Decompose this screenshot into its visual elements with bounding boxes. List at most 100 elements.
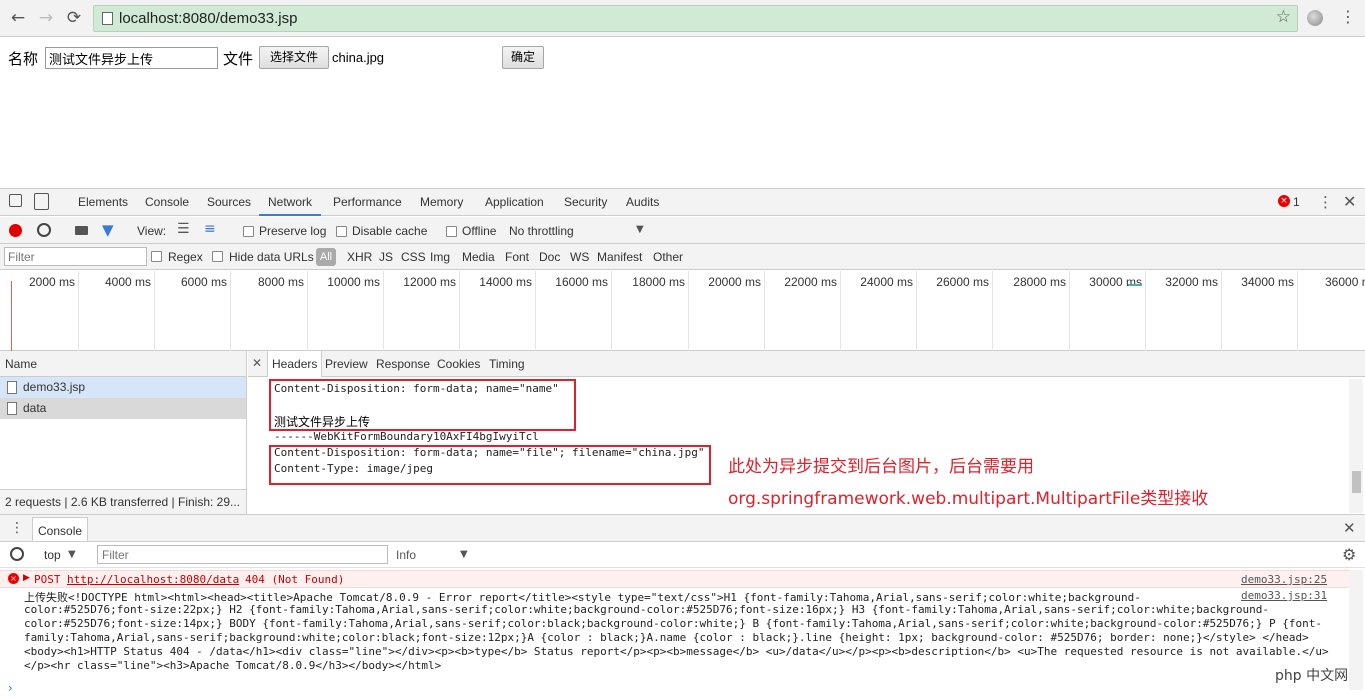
back-icon[interactable]: ← xyxy=(8,8,28,28)
timeline-tick-label: 18000 ms xyxy=(632,275,685,289)
payload-line: ------WebKitFormBoundary10AxFI4bgIwyiTcl xyxy=(274,430,539,443)
console-error-row[interactable]: × ▶ POST http://localhost:8080/data 404 … xyxy=(0,570,1349,588)
inspect-element-icon[interactable] xyxy=(9,194,22,207)
network-filter-bar: Regex Hide data URLs All XHR JS CSS Img … xyxy=(0,244,1365,270)
timeline-tick-label: 34000 ms xyxy=(1241,275,1294,289)
type-filter-ws[interactable]: WS xyxy=(570,250,589,264)
clear-console-icon[interactable] xyxy=(10,547,24,561)
close-devtools-icon[interactable]: ✕ xyxy=(1343,192,1356,211)
timeline-tick-label: 22000 ms xyxy=(784,275,837,289)
tab-headers[interactable]: Headers xyxy=(267,351,323,377)
type-filter-doc[interactable]: Doc xyxy=(539,250,560,264)
type-filter-other[interactable]: Other xyxy=(653,250,683,264)
chevron-down-icon[interactable]: ▼ xyxy=(68,549,76,560)
console-scrollbar[interactable] xyxy=(1349,570,1363,690)
console-log-row: 上传失败<!DOCTYPE html><html><head><title>Ap… xyxy=(0,589,1349,679)
submit-button[interactable]: 确定 xyxy=(502,46,544,69)
regex-checkbox[interactable] xyxy=(151,251,162,262)
error-url-link[interactable]: http://localhost:8080/data xyxy=(67,573,239,586)
settings-gear-icon[interactable]: ⚙ xyxy=(1342,545,1356,564)
type-filter-manifest[interactable]: Manifest xyxy=(597,250,642,264)
error-source-link[interactable]: demo33.jsp:25 xyxy=(1241,573,1327,586)
request-row[interactable]: data xyxy=(0,398,246,419)
expand-triangle-icon[interactable]: ▶ xyxy=(23,573,30,583)
network-filter-input[interactable] xyxy=(4,247,147,266)
preserve-log-label[interactable]: Preserve log xyxy=(259,224,326,238)
error-icon[interactable]: × xyxy=(1278,195,1290,207)
tab-preview[interactable]: Preview xyxy=(325,357,368,371)
address-bar[interactable]: localhost:8080/demo33.jsp ☆ xyxy=(93,5,1298,32)
record-icon[interactable] xyxy=(9,224,22,237)
bookmark-star-icon[interactable]: ☆ xyxy=(1276,7,1291,27)
page-icon xyxy=(102,12,113,25)
timeline-tick-label: 12000 ms xyxy=(403,275,456,289)
name-column-header[interactable]: Name xyxy=(5,357,37,371)
console-prompt-icon[interactable]: › xyxy=(8,681,13,695)
devtools-menu-icon[interactable]: ⋮ xyxy=(1318,193,1333,211)
throttling-select[interactable]: No throttling xyxy=(509,224,574,238)
reload-icon[interactable]: ⟳ xyxy=(64,8,84,28)
tab-memory[interactable]: Memory xyxy=(420,195,463,209)
tab-timing[interactable]: Timing xyxy=(489,357,525,371)
chevron-down-icon[interactable]: ▼ xyxy=(460,549,468,560)
preserve-log-checkbox[interactable] xyxy=(243,226,254,237)
browser-menu-icon[interactable]: ⋮ xyxy=(1340,7,1356,26)
forward-icon[interactable]: → xyxy=(36,8,56,28)
disable-cache-label[interactable]: Disable cache xyxy=(352,224,427,238)
name-input[interactable] xyxy=(45,47,218,69)
screenshot-camera-icon[interactable] xyxy=(75,226,88,235)
drawer-menu-icon[interactable]: ⋮ xyxy=(10,520,24,536)
tab-performance[interactable]: Performance xyxy=(333,195,402,209)
detail-scrollbar[interactable] xyxy=(1349,379,1363,513)
file-label: 文件 xyxy=(223,50,254,68)
close-drawer-icon[interactable]: ✕ xyxy=(1343,519,1356,537)
hide-data-urls-checkbox[interactable] xyxy=(212,251,223,262)
type-filter-media[interactable]: Media xyxy=(462,250,495,264)
tab-sources[interactable]: Sources xyxy=(207,195,251,209)
device-toolbar-icon[interactable] xyxy=(34,193,49,210)
tab-response[interactable]: Response xyxy=(376,357,430,371)
tab-application[interactable]: Application xyxy=(485,195,544,209)
choose-file-button[interactable]: 选择文件 xyxy=(259,46,329,69)
request-list-header: Name xyxy=(0,351,246,377)
timeline-tick-label: 24000 ms xyxy=(860,275,913,289)
offline-label[interactable]: Offline xyxy=(462,224,496,238)
tab-cookies[interactable]: Cookies xyxy=(437,357,480,371)
type-filter-js[interactable]: JS xyxy=(379,250,393,264)
error-count[interactable]: 1 xyxy=(1293,195,1300,209)
name-label: 名称 xyxy=(8,50,39,68)
log-source-link[interactable]: demo33.jsp:31 xyxy=(1241,589,1328,602)
large-rows-icon[interactable]: ☰ xyxy=(177,221,190,237)
type-filter-img[interactable]: Img xyxy=(430,250,450,264)
tab-audits[interactable]: Audits xyxy=(626,195,659,209)
chevron-down-icon[interactable]: ▼ xyxy=(636,224,644,235)
console-filter-input[interactable] xyxy=(97,545,388,564)
filter-funnel-icon[interactable]: ▼ xyxy=(102,221,114,239)
close-detail-icon[interactable]: ✕ xyxy=(252,356,262,370)
hide-data-urls-label[interactable]: Hide data URLs xyxy=(229,250,314,264)
disable-cache-checkbox[interactable] xyxy=(336,226,347,237)
tab-console-drawer[interactable]: Console xyxy=(32,517,89,541)
extension-icon[interactable] xyxy=(1307,10,1323,26)
drawer-tabbar: ⋮ Console ✕ xyxy=(0,515,1365,542)
tab-console[interactable]: Console xyxy=(145,195,189,209)
type-filter-all[interactable]: All xyxy=(316,248,336,266)
type-filter-css[interactable]: CSS xyxy=(401,250,426,264)
log-level-select[interactable]: Info xyxy=(396,548,416,562)
request-row[interactable]: demo33.jsp xyxy=(0,377,246,398)
context-select[interactable]: top xyxy=(44,548,61,562)
type-filter-xhr[interactable]: XHR xyxy=(347,250,372,264)
tab-network[interactable]: Network xyxy=(259,195,322,216)
regex-label[interactable]: Regex xyxy=(168,250,203,264)
scrollbar-thumb[interactable] xyxy=(1352,471,1361,493)
network-overview-timeline[interactable]: 2000 ms 4000 ms 6000 ms 8000 ms 10000 ms 1200… xyxy=(0,271,1365,351)
timeline-tick: 18000 ms xyxy=(632,271,689,351)
tab-elements[interactable]: Elements xyxy=(78,195,128,209)
timeline-tick-label: 4000 ms xyxy=(104,275,151,289)
type-filter-font[interactable]: Font xyxy=(505,250,529,264)
timeline-tick: 28000 ms xyxy=(1013,271,1070,351)
clear-icon[interactable] xyxy=(37,223,51,237)
tab-security[interactable]: Security xyxy=(564,195,607,209)
waterfall-overview-icon[interactable]: ≡ xyxy=(204,221,216,237)
offline-checkbox[interactable] xyxy=(446,226,457,237)
